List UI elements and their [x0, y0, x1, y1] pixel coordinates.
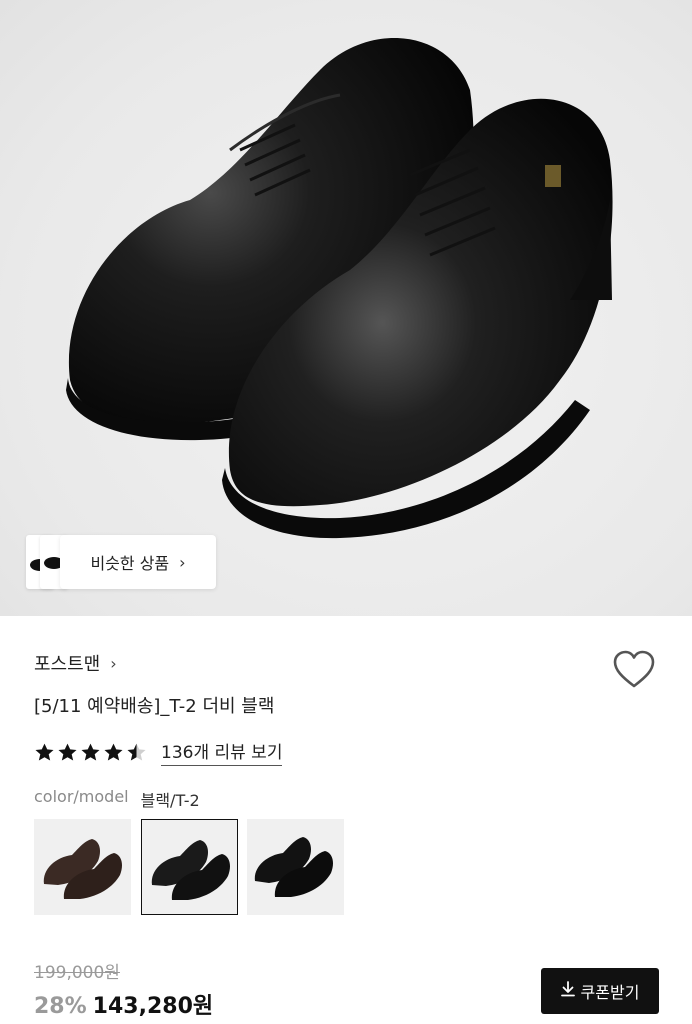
star-icon [35, 743, 54, 761]
star-icon [58, 743, 77, 761]
star-icon [81, 743, 100, 761]
shoe-image [66, 37, 613, 539]
similar-products[interactable]: 비슷한 상품 › [26, 535, 216, 589]
brand-link[interactable]: 포스트맨 › [34, 650, 117, 676]
star-rating [34, 742, 147, 762]
download-icon [560, 981, 575, 1001]
similar-label: 비슷한 상품 [90, 554, 170, 573]
coupon-button[interactable]: 쿠폰받기 [541, 968, 659, 1014]
brand-name: 포스트맨 [34, 654, 101, 675]
chevron-right-icon: › [179, 552, 186, 572]
similar-products-button[interactable]: 비슷한 상품 › [60, 535, 216, 589]
swatch-black-alt[interactable] [247, 819, 344, 915]
review-link[interactable]: 136개 리뷰 보기 [161, 738, 283, 766]
option-label: color/model [34, 787, 129, 806]
sale-price: 143,280원 [92, 994, 214, 1019]
rating-row: 136개 리뷰 보기 [34, 738, 283, 766]
product-title: [5/11 예약배송]_T-2 더비 블랙 [34, 696, 275, 717]
chevron-right-icon: › [110, 653, 117, 673]
star-icon [127, 743, 146, 761]
coupon-label: 쿠폰받기 [580, 983, 640, 1002]
discount-rate: 28% [34, 994, 87, 1019]
star-icon [104, 743, 123, 761]
option-selected: 블랙/T-2 [140, 791, 200, 810]
swatch-black[interactable] [141, 819, 238, 915]
original-price: 199,000원 [34, 963, 120, 983]
product-image[interactable]: 비슷한 상품 › [0, 0, 692, 616]
swatch-brown[interactable] [34, 819, 131, 915]
color-model: color/model 블랙/T-2 [34, 787, 200, 811]
price-row: 28% 143,280원 [34, 988, 213, 1020]
heart-icon[interactable] [612, 650, 656, 690]
